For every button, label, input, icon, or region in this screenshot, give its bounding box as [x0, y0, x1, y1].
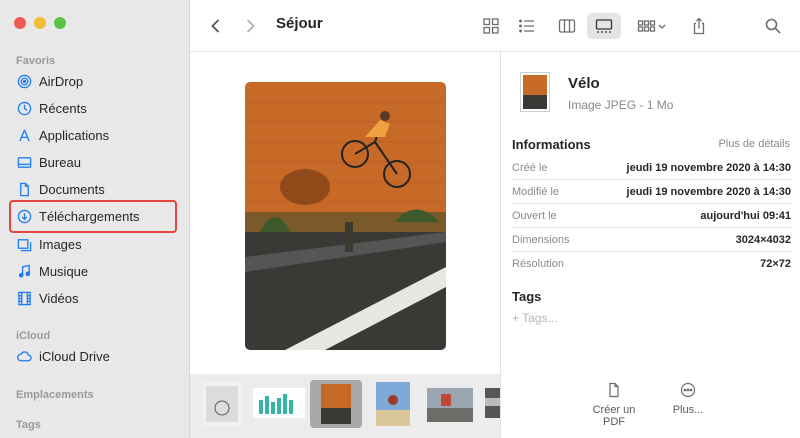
info-row-opened: Ouvert le aujourd'hui 09:41	[512, 204, 791, 228]
finder-window: Favoris AirDrop Récents Applications Bur…	[0, 0, 800, 438]
sidebar-item-label: Musique	[39, 263, 89, 279]
sidebar-item-videos[interactable]: Vidéos	[16, 287, 176, 309]
file-kind: Image JPEG - 1 Mo	[568, 98, 674, 112]
window-controls	[14, 17, 66, 29]
tags-input[interactable]: + Tags...	[512, 311, 557, 325]
airdrop-icon	[16, 73, 32, 89]
thumbnail[interactable]	[427, 388, 473, 422]
preview-image[interactable]	[245, 82, 446, 350]
sidebar-item-label: Applications	[39, 127, 110, 143]
sidebar-item-icloud-drive[interactable]: iCloud Drive	[16, 345, 176, 367]
applications-icon	[16, 127, 32, 143]
section-title-favorites: Favoris	[16, 55, 56, 67]
info-row-value: jeudi 19 novembre 2020 à 14:30	[626, 185, 791, 198]
desktop-icon	[16, 154, 32, 170]
sidebar-item-label: Bureau	[39, 154, 81, 170]
thumbnail[interactable]	[376, 382, 410, 426]
create-pdf-label: Créer un PDF	[592, 404, 636, 428]
list-view-button[interactable]	[516, 13, 538, 39]
more-details-link[interactable]: Plus de détails	[718, 138, 790, 150]
file-name: Vélo	[568, 75, 600, 92]
info-row-value: 72×72	[760, 258, 791, 270]
gallery-view-icon	[595, 19, 613, 33]
clock-icon	[16, 100, 32, 116]
sidebar-item-label: Documents	[39, 181, 105, 197]
document-icon	[16, 181, 32, 197]
section-title-locations[interactable]: Emplacements	[16, 389, 94, 401]
info-row-label: Résolution	[512, 258, 564, 270]
info-row-label: Créé le	[512, 161, 548, 174]
list-view-icon	[519, 19, 534, 33]
info-row-dimensions: Dimensions 3024×4032	[512, 228, 791, 252]
sidebar-item-airdrop[interactable]: AirDrop	[16, 70, 176, 92]
info-row-label: Ouvert le	[512, 209, 557, 222]
thumbnail[interactable]	[253, 388, 305, 418]
sidebar-item-desktop[interactable]: Bureau	[16, 151, 176, 173]
group-button[interactable]	[634, 13, 670, 39]
sidebar-item-label: Vidéos	[39, 290, 79, 306]
sidebar-item-documents[interactable]: Documents	[16, 178, 176, 200]
more-icon	[680, 382, 696, 398]
search-button[interactable]	[763, 13, 783, 39]
window-title: Séjour	[276, 15, 323, 32]
info-row-label: Dimensions	[512, 233, 570, 246]
info-row-value: aujourd'hui 09:41	[700, 209, 791, 222]
chevron-left-icon	[211, 19, 220, 33]
sidebar: Favoris AirDrop Récents Applications Bur…	[0, 0, 190, 438]
icon-view-button[interactable]	[480, 13, 502, 39]
info-row-modified: Modifié le jeudi 19 novembre 2020 à 14:3…	[512, 180, 791, 204]
sidebar-item-images[interactable]: Images	[16, 233, 176, 255]
image-icon	[16, 236, 32, 252]
gallery-view-button[interactable]	[587, 13, 621, 39]
thumbnail-strip	[190, 374, 500, 438]
film-icon	[16, 290, 32, 306]
icon-view-icon	[483, 18, 499, 34]
close-button[interactable]	[14, 17, 26, 29]
gallery-preview	[190, 52, 500, 438]
back-button[interactable]	[206, 13, 226, 39]
more-actions-label: Plus...	[672, 404, 704, 416]
section-title-icloud: iCloud	[16, 330, 51, 342]
column-view-icon	[558, 19, 576, 33]
highlight-annotation	[9, 200, 177, 233]
info-row-resolution: Résolution 72×72	[512, 252, 791, 276]
info-row-value: 3024×4032	[735, 233, 791, 246]
info-section-title: Informations	[512, 137, 591, 152]
forward-button[interactable]	[240, 13, 260, 39]
sidebar-item-label: Récents	[39, 100, 87, 116]
file-thumbnail-icon	[520, 72, 550, 112]
zoom-button[interactable]	[54, 17, 66, 29]
minimize-button[interactable]	[34, 17, 46, 29]
column-view-button[interactable]	[556, 13, 578, 39]
thumbnail[interactable]	[485, 388, 500, 418]
section-title-tags[interactable]: Tags	[16, 419, 41, 431]
sidebar-item-recents[interactable]: Récents	[16, 97, 176, 119]
tags-title: Tags	[512, 289, 542, 304]
cloud-icon	[16, 348, 32, 364]
create-pdf-button[interactable]: Créer un PDF	[584, 382, 644, 428]
info-panel: Vélo Image JPEG - 1 Mo Informations Plus…	[500, 52, 800, 438]
sidebar-item-label: Images	[39, 236, 82, 252]
sidebar-item-label: iCloud Drive	[39, 348, 110, 364]
share-icon	[693, 17, 705, 35]
toolbar: Séjour	[190, 0, 800, 52]
search-icon	[765, 18, 781, 34]
thumbnail-selected[interactable]	[310, 380, 362, 428]
more-actions-button[interactable]: Plus...	[658, 382, 718, 416]
info-row-value: jeudi 19 novembre 2020 à 14:30	[626, 161, 791, 174]
music-icon	[16, 263, 32, 279]
share-button[interactable]	[689, 13, 709, 39]
thumbnail[interactable]	[203, 382, 241, 426]
group-icon	[637, 20, 666, 32]
sidebar-item-music[interactable]: Musique	[16, 260, 176, 282]
sidebar-item-label: AirDrop	[39, 73, 84, 89]
sidebar-item-applications[interactable]: Applications	[16, 124, 176, 146]
chevron-right-icon	[246, 19, 255, 33]
info-row-created: Créé le jeudi 19 novembre 2020 à 14:30	[512, 156, 791, 180]
info-row-label: Modifié le	[512, 185, 560, 198]
pdf-icon	[609, 382, 619, 398]
